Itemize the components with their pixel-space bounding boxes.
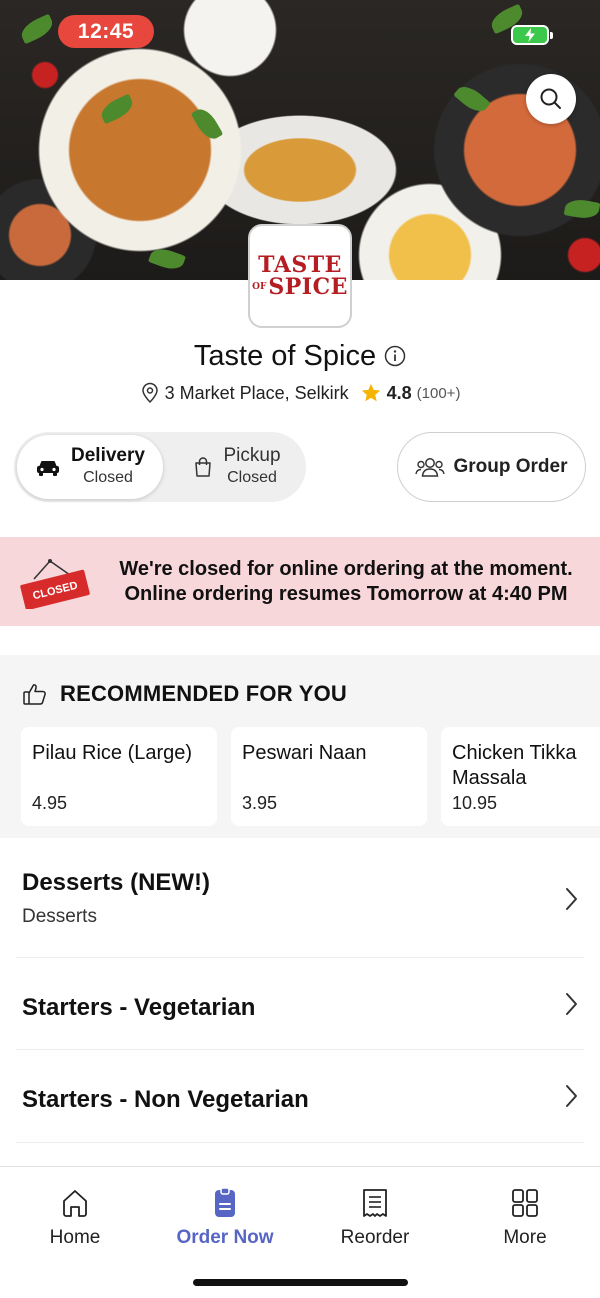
nav-label-order-now: Order Now	[176, 1227, 274, 1248]
closed-message: We're closed for online ordering at the …	[108, 557, 584, 607]
home-icon	[63, 1190, 87, 1217]
search-button[interactable]	[526, 74, 576, 124]
category-row-starters-vegetarian[interactable]: Starters - Vegetarian	[16, 958, 584, 1050]
herb-decoration	[97, 93, 137, 125]
shopping-bag-icon	[195, 457, 212, 477]
pickup-status: Closed	[227, 469, 277, 486]
recommended-item-name: Peswari Naan	[242, 742, 367, 764]
recommended-title: RECOMMENDED FOR YOU	[60, 681, 347, 706]
pickup-label: Pickup	[223, 445, 281, 466]
car-icon	[37, 461, 60, 476]
search-icon	[540, 88, 561, 109]
herb-decoration	[17, 13, 57, 45]
recommended-section: RECOMMENDED FOR YOU Pilau Rice (Large) 4…	[0, 655, 600, 838]
nav-item-home[interactable]: Home	[0, 1187, 150, 1249]
restaurant-address: 3 Market Place, Selkirk	[164, 382, 349, 403]
info-icon[interactable]	[384, 345, 406, 367]
category-subtitle: Desserts	[22, 906, 97, 927]
restaurant-name: Taste of Spice	[193, 339, 377, 372]
closed-message-line1: We're closed for online ordering at the …	[119, 558, 573, 580]
nav-label-more: More	[503, 1227, 547, 1248]
chevron-right-icon	[566, 1085, 577, 1107]
herb-decoration	[453, 81, 491, 117]
delivery-status: Closed	[83, 469, 133, 486]
logo-line1: TASTE	[258, 252, 342, 278]
recommended-item-card[interactable]: Peswari Naan 3.95	[231, 727, 427, 826]
order-mode-switch: Delivery Closed Pickup Closed	[14, 432, 306, 502]
pickup-option[interactable]: Pickup Closed	[172, 435, 302, 499]
logo-line2: SPICE	[268, 274, 348, 300]
address-row: 3 Market Place, Selkirk 4.8 (100+)	[0, 378, 600, 408]
group-order-label: Group Order	[453, 456, 568, 477]
category-title: Starters - Vegetarian	[22, 994, 256, 1021]
recommended-item-name: Pilau Rice (Large)	[32, 742, 193, 764]
group-order-button[interactable]: Group Order	[397, 432, 586, 502]
star-icon	[361, 383, 380, 402]
group-users-icon	[415, 458, 446, 477]
closed-sign-icon: CLOSED	[20, 559, 90, 609]
recommended-item-name: Chicken Tikka Massala	[452, 742, 577, 789]
recommended-item-card[interactable]: Pilau Rice (Large) 4.95	[21, 727, 217, 826]
nav-label-home: Home	[49, 1227, 101, 1248]
rating-value: 4.8	[386, 382, 412, 403]
category-row-desserts[interactable]: Desserts (NEW!) Desserts	[16, 838, 584, 958]
nav-item-reorder[interactable]: Reorder	[300, 1187, 450, 1249]
herb-decoration	[147, 244, 187, 274]
thumbs-up-icon	[23, 684, 46, 705]
battery-charging-icon	[511, 25, 553, 45]
logo-of: OF	[252, 282, 267, 292]
restaurant-name-row: Taste of Spice	[0, 336, 600, 376]
recommended-item-price: 4.95	[32, 793, 68, 813]
closed-banner: CLOSED We're closed for online ordering …	[0, 537, 600, 626]
restaurant-logo: TASTE OF SPICE	[248, 224, 352, 328]
nav-item-order-now[interactable]: Order Now	[150, 1187, 300, 1249]
delivery-option[interactable]: Delivery Closed	[17, 435, 163, 499]
order-icon	[215, 1187, 235, 1217]
receipt-icon	[363, 1189, 387, 1217]
nav-item-more[interactable]: More	[450, 1187, 600, 1249]
grid-icon	[512, 1189, 538, 1217]
nav-label-reorder: Reorder	[340, 1227, 410, 1248]
category-title: Desserts (NEW!)	[22, 869, 211, 896]
closed-message-line2: Online ordering resumes Tomorrow at 4:40…	[124, 583, 568, 605]
delivery-label: Delivery	[71, 445, 145, 466]
status-time: 12:45	[58, 15, 154, 48]
recommended-header: RECOMMENDED FOR YOU	[22, 681, 347, 707]
category-row-starters-non-vegetarian[interactable]: Starters - Non Vegetarian	[16, 1050, 584, 1143]
chevron-right-icon	[566, 993, 577, 1015]
rating-count: (100+)	[416, 384, 461, 402]
recommended-item-card[interactable]: Chicken Tikka Massala 10.95	[441, 727, 600, 826]
recommended-item-price: 10.95	[452, 793, 498, 813]
recommended-item-price: 3.95	[242, 793, 278, 813]
herb-decoration	[563, 197, 600, 221]
location-pin-icon	[141, 382, 158, 404]
category-title: Starters - Non Vegetarian	[22, 1086, 309, 1113]
chevron-right-icon	[566, 888, 577, 910]
herb-decoration	[190, 104, 224, 144]
home-indicator	[193, 1279, 408, 1286]
